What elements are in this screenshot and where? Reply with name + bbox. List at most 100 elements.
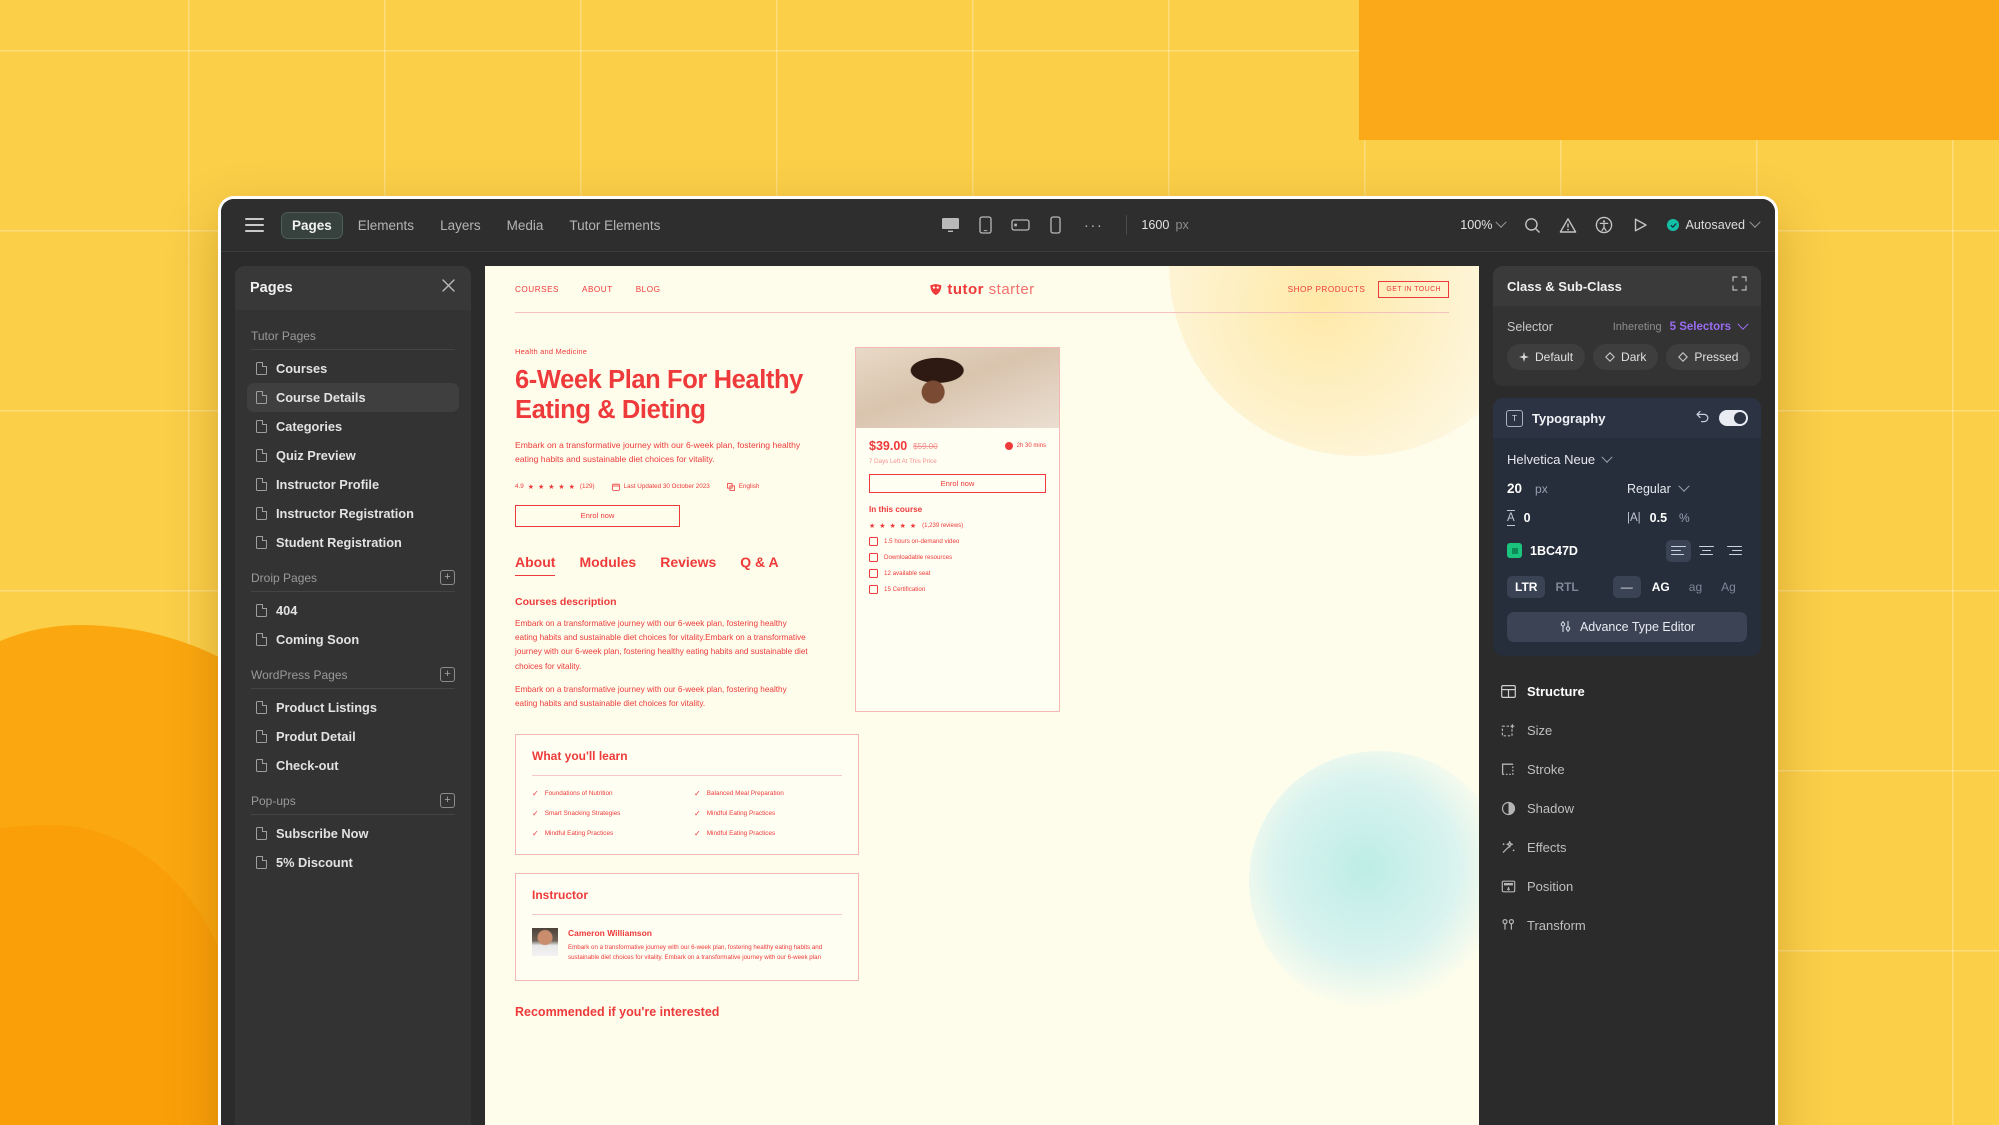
canvas-viewport[interactable]: COURSES ABOUT BLOG tutor starter SHOP PR… (485, 266, 1479, 1125)
letter-spacing-field[interactable]: |A| 0.5 % (1627, 511, 1747, 525)
text-color-hex[interactable]: 1BC47D (1530, 544, 1578, 558)
property-transform[interactable]: Transform (1493, 906, 1761, 945)
enrol-now-button[interactable]: Enrol now (515, 504, 680, 527)
text-case-capitalize-button[interactable]: Ag (1713, 576, 1744, 598)
nav-link-courses[interactable]: COURSES (515, 285, 559, 294)
align-left-icon[interactable] (1666, 539, 1691, 562)
tab-pages[interactable]: Pages (281, 211, 343, 239)
property-label: Stroke (1527, 761, 1565, 777)
expand-icon[interactable] (1732, 276, 1747, 296)
state-pill-default[interactable]: Default (1507, 344, 1586, 370)
add-page-icon[interactable]: + (440, 667, 455, 682)
tab-about[interactable]: About (515, 554, 556, 576)
chevron-down-icon (1737, 318, 1749, 330)
pages-list: Tutor Pages Courses Course Details Categ… (235, 310, 471, 1125)
font-weight-dropdown[interactable]: Regular (1627, 480, 1747, 496)
tab-layers[interactable]: Layers (429, 212, 492, 239)
zoom-level-dropdown[interactable]: 100% (1452, 214, 1513, 236)
preview-play-icon[interactable] (1623, 210, 1657, 240)
tablet-landscape-icon[interactable] (1005, 210, 1037, 240)
document-icon (256, 758, 268, 772)
instructor-card: Instructor Cameron Williamson Embark on … (515, 872, 859, 982)
sidebar-item-instructor-profile[interactable]: Instructor Profile (247, 470, 459, 499)
text-case-none-button[interactable]: — (1612, 575, 1641, 598)
desktop-icon[interactable] (935, 210, 967, 240)
nav-link-blog[interactable]: BLOG (636, 285, 661, 294)
sidebar-item-label: Student Registration (276, 535, 402, 550)
more-devices-icon[interactable]: ··· (1075, 217, 1113, 234)
warning-icon[interactable] (1551, 210, 1585, 240)
text-color-swatch[interactable] (1507, 543, 1522, 559)
search-icon[interactable] (1515, 210, 1549, 240)
sidebar-item-404[interactable]: 404 (247, 596, 459, 625)
chevron-down-icon (1678, 480, 1690, 492)
sidebar-item-student-registration[interactable]: Student Registration (247, 528, 459, 557)
sidebar-item-categories[interactable]: Categories (247, 412, 459, 441)
mobile-icon[interactable] (1040, 210, 1072, 240)
direction-ltr-button[interactable]: LTR (1507, 575, 1546, 598)
state-pill-dark[interactable]: Dark (1593, 344, 1659, 370)
selectors-dropdown[interactable]: 5 Selectors (1670, 321, 1731, 333)
line-height-field[interactable]: A 0 (1507, 510, 1627, 526)
brand-name: tutor starter (947, 280, 1035, 298)
nav-link-about[interactable]: ABOUT (582, 285, 613, 294)
typography-toggle[interactable] (1719, 410, 1748, 426)
font-size-field[interactable]: 20 px (1507, 481, 1627, 496)
undo-icon[interactable] (1695, 409, 1710, 428)
font-size-weight-row: 20 px Regular (1507, 480, 1747, 496)
sidebar-item-instructor-registration[interactable]: Instructor Registration (247, 499, 459, 528)
selector-value-group: Inhereting 5 Selectors (1613, 318, 1749, 333)
tab-modules[interactable]: Modules (579, 554, 636, 576)
property-effects[interactable]: Effects (1493, 828, 1761, 867)
align-center-icon[interactable] (1694, 540, 1719, 562)
page-title: 6-Week Plan For Healthy Eating & Dieting (515, 366, 803, 425)
site-logo[interactable]: tutor starter (929, 281, 1034, 298)
updated-meta: Last Updated 30 October 2023 (611, 483, 710, 491)
font-family-dropdown[interactable]: Helvetica Neue (1507, 452, 1595, 467)
add-page-icon[interactable]: + (440, 793, 455, 808)
sidebar-item-course-details[interactable]: Course Details (247, 383, 459, 412)
get-in-touch-button[interactable]: GET IN TOUCH (1378, 280, 1449, 298)
tab-qa[interactable]: Q & A (740, 554, 778, 576)
property-stroke[interactable]: Stroke (1493, 750, 1761, 789)
app-window: Pages Elements Layers Media Tutor Elemen… (218, 196, 1778, 1125)
seats-icon (869, 569, 878, 578)
top-toolbar: Pages Elements Layers Media Tutor Elemen… (221, 199, 1775, 252)
advance-type-editor-button[interactable]: Advance Type Editor (1507, 611, 1747, 642)
tab-media[interactable]: Media (496, 212, 555, 239)
sidebar-item-subscribe-now[interactable]: Subscribe Now (247, 819, 459, 848)
text-case-lowercase-button[interactable]: ag (1681, 576, 1710, 598)
tablet-icon[interactable] (970, 210, 1002, 240)
property-size[interactable]: Size (1493, 711, 1761, 750)
property-structure[interactable]: Structure (1493, 672, 1761, 711)
direction-rtl-button[interactable]: RTL (1547, 576, 1586, 598)
property-position[interactable]: Position (1493, 867, 1761, 906)
feature-label: 1.5 hours on-demand video (884, 538, 960, 545)
close-icon[interactable] (441, 278, 456, 298)
tab-elements[interactable]: Elements (347, 212, 425, 239)
sidebar-item-quiz-preview[interactable]: Quiz Preview (247, 441, 459, 470)
letter-spacing-value: 0.5 (1649, 510, 1668, 525)
sidebar-item-check-out[interactable]: Check-out (247, 751, 459, 780)
accessibility-icon[interactable] (1587, 210, 1621, 240)
text-case-uppercase-button[interactable]: AG (1644, 576, 1678, 598)
feature-item: Downloadable resources (869, 553, 1046, 562)
autosave-status[interactable]: Autosaved (1659, 216, 1761, 232)
property-sections: Structure Size Stroke Shadow Effects Pos… (1493, 672, 1761, 945)
canvas-width-value[interactable]: 1600 (1141, 218, 1169, 232)
sidebar-item-coming-soon[interactable]: Coming Soon (247, 625, 459, 654)
add-page-icon[interactable]: + (440, 570, 455, 585)
nav-link-shop-products[interactable]: SHOP PRODUCTS (1288, 285, 1366, 294)
sidebar-item-5-discount[interactable]: 5% Discount (247, 848, 459, 877)
page-canvas[interactable]: COURSES ABOUT BLOG tutor starter SHOP PR… (485, 266, 1479, 1125)
sidebar-item-product-listings[interactable]: Product Listings (247, 693, 459, 722)
align-right-icon[interactable] (1722, 540, 1747, 562)
tab-reviews[interactable]: Reviews (660, 554, 716, 576)
sidebar-item-product-detail[interactable]: Produt Detail (247, 722, 459, 751)
state-pill-pressed[interactable]: Pressed (1666, 344, 1751, 370)
tab-tutor-elements[interactable]: Tutor Elements (558, 212, 671, 239)
hamburger-icon[interactable] (237, 208, 271, 242)
sidebar-item-courses[interactable]: Courses (247, 354, 459, 383)
property-shadow[interactable]: Shadow (1493, 789, 1761, 828)
enrol-now-card-button[interactable]: Enrol now (869, 474, 1046, 493)
